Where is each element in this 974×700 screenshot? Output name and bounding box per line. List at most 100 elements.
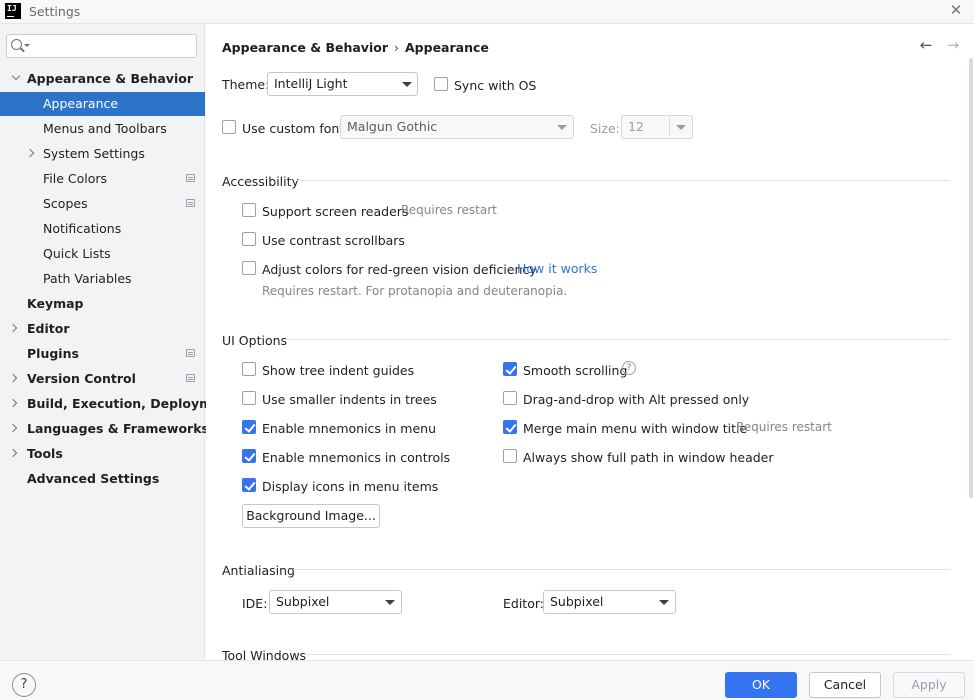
chevron-right-icon[interactable] — [25, 148, 35, 158]
sidebar-item-keymap[interactable]: Keymap — [0, 292, 205, 316]
mnemonics-menu-checkbox[interactable] — [242, 420, 256, 434]
sidebar-item-label: Build, Execution, Deployment — [27, 396, 236, 411]
combo-divider — [669, 118, 670, 136]
tree-indent-guides-label: Show tree indent guides — [262, 363, 415, 378]
font-size-label: Size: — [590, 121, 620, 136]
font-select[interactable]: Malgun Gothic — [340, 115, 574, 139]
chevron-right-icon[interactable] — [8, 373, 18, 383]
cancel-button[interactable]: Cancel — [809, 672, 881, 698]
sidebar-item-label: Advanced Settings — [27, 471, 160, 486]
sidebar-item-appearance-behavior[interactable]: Appearance & Behavior — [0, 67, 205, 91]
vertical-scrollbar[interactable] — [969, 58, 973, 498]
menu-icons-checkbox[interactable] — [242, 478, 256, 492]
full-path-checkbox[interactable] — [503, 449, 517, 463]
breadcrumb-parent[interactable]: Appearance & Behavior — [222, 40, 388, 55]
apply-button[interactable]: Apply — [893, 672, 965, 698]
chevron-right-icon[interactable] — [8, 323, 18, 333]
title-bar: IJ Settings ✕ — [0, 0, 974, 24]
smooth-scrolling-checkbox[interactable] — [503, 362, 517, 376]
chevron-down-icon — [557, 125, 567, 130]
breadcrumb-current: Appearance — [405, 40, 489, 55]
sidebar-item-scopes[interactable]: Scopes — [0, 192, 205, 216]
forward-arrow-icon[interactable]: → — [945, 37, 961, 53]
chevron-right-icon[interactable] — [8, 398, 18, 408]
accessibility-section-title: Accessibility — [222, 174, 299, 189]
background-image-button[interactable]: Background Image... — [242, 504, 380, 528]
section-divider — [304, 654, 950, 655]
chevron-down-icon — [659, 600, 669, 605]
custom-font-checkbox[interactable] — [222, 120, 236, 134]
chevron-right-icon[interactable] — [8, 448, 18, 458]
merge-main-menu-checkbox[interactable] — [503, 420, 517, 434]
sidebar-item-editor[interactable]: Editor — [0, 317, 205, 341]
sidebar-item-path-variables[interactable]: Path Variables — [0, 267, 205, 291]
sidebar-item-menus-toolbars[interactable]: Menus and Toolbars — [0, 117, 205, 141]
close-icon[interactable]: ✕ — [947, 1, 965, 19]
project-level-icon — [186, 199, 195, 207]
sidebar-item-system-settings[interactable]: System Settings — [0, 142, 205, 166]
sidebar-item-version-control[interactable]: Version Control — [0, 367, 205, 391]
smaller-indents-label: Use smaller indents in trees — [262, 392, 437, 407]
sidebar-item-label: Tools — [27, 446, 63, 461]
sidebar-item-quick-lists[interactable]: Quick Lists — [0, 242, 205, 266]
sidebar-item-languages-frameworks[interactable]: Languages & Frameworks — [0, 417, 209, 441]
project-level-icon — [186, 374, 195, 382]
sidebar-item-label: Quick Lists — [43, 246, 111, 261]
font-size-value: 12 — [628, 119, 644, 134]
editor-antialiasing-label: Editor: — [503, 596, 544, 611]
sidebar-item-label: System Settings — [43, 146, 145, 161]
mnemonics-controls-checkbox[interactable] — [242, 449, 256, 463]
chevron-right-icon[interactable] — [8, 423, 18, 433]
sidebar-item-plugins[interactable]: Plugins — [0, 342, 205, 366]
settings-sidebar: Appearance & Behavior Appearance Menus a… — [0, 24, 235, 660]
ui-options-section-title: UI Options — [222, 333, 288, 348]
editor-antialiasing-select[interactable]: Subpixel — [543, 590, 676, 614]
sidebar-item-build-execution-deployment[interactable]: Build, Execution, Deployment — [0, 392, 235, 416]
section-divider — [293, 569, 950, 570]
sidebar-item-advanced-settings[interactable]: Advanced Settings — [0, 467, 205, 491]
ok-button[interactable]: OK — [725, 672, 797, 698]
sidebar-item-tools[interactable]: Tools — [0, 442, 205, 466]
sidebar-item-label: Menus and Toolbars — [43, 121, 167, 136]
smaller-indents-checkbox[interactable] — [242, 391, 256, 405]
breadcrumb: Appearance & Behavior › Appearance — [222, 40, 489, 55]
sidebar-item-label: Appearance & Behavior — [27, 71, 193, 86]
contrast-scrollbars-checkbox[interactable] — [242, 232, 256, 246]
contrast-scrollbars-label: Use contrast scrollbars — [262, 233, 405, 248]
settings-content: Appearance & Behavior › Appearance ← → The… — [206, 24, 974, 663]
ide-antialiasing-label: IDE: — [242, 596, 268, 611]
help-icon[interactable]: ? — [622, 361, 636, 375]
theme-select[interactable]: IntelliJ Light — [267, 72, 418, 96]
search-history-icon[interactable] — [24, 44, 30, 47]
color-deficiency-checkbox[interactable] — [242, 261, 256, 275]
sidebar-item-notifications[interactable]: Notifications — [0, 217, 205, 241]
dialog-footer: ? OK Cancel Apply — [0, 660, 974, 700]
ide-antialiasing-select[interactable]: Subpixel — [269, 590, 402, 614]
search-input[interactable] — [6, 34, 197, 58]
back-arrow-icon[interactable]: ← — [918, 37, 934, 53]
font-size-select[interactable]: 12 — [621, 115, 693, 139]
sidebar-item-label: File Colors — [43, 171, 108, 186]
sidebar-item-appearance[interactable]: Appearance — [0, 92, 205, 116]
sidebar-item-label: Languages & Frameworks — [27, 421, 209, 436]
screen-readers-checkbox[interactable] — [242, 203, 256, 217]
help-button[interactable]: ? — [12, 673, 36, 697]
sidebar-item-label: Path Variables — [43, 271, 132, 286]
smooth-scrolling-label: Smooth scrolling — [523, 363, 628, 378]
sidebar-item-label: Notifications — [43, 221, 122, 236]
editor-antialiasing-value: Subpixel — [550, 594, 604, 609]
screen-readers-hint: Requires restart — [401, 203, 497, 217]
chevron-down-icon — [385, 600, 395, 605]
breadcrumb-separator: › — [394, 40, 399, 55]
sidebar-item-file-colors[interactable]: File Colors — [0, 167, 205, 191]
color-deficiency-label: Adjust colors for red-green vision defic… — [262, 262, 537, 277]
how-it-works-link[interactable]: How it works — [517, 261, 597, 276]
theme-label: Theme: — [222, 77, 270, 92]
drag-drop-alt-checkbox[interactable] — [503, 391, 517, 405]
color-deficiency-hint: Requires restart. For protanopia and deu… — [262, 284, 568, 298]
merge-main-menu-label: Merge main menu with window title — [523, 421, 748, 436]
antialiasing-section-title: Antialiasing — [222, 563, 295, 578]
tree-indent-guides-checkbox[interactable] — [242, 362, 256, 376]
sync-with-os-checkbox[interactable] — [434, 77, 448, 91]
chevron-down-icon[interactable] — [11, 71, 21, 81]
